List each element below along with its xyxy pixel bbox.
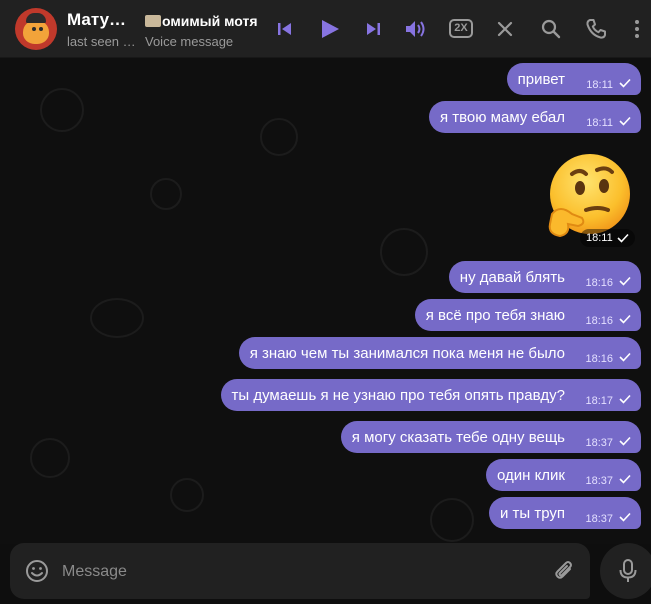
avatar[interactable] (15, 8, 57, 50)
chat-header: Мату… last seen … омимый мотя Voice mess… (0, 0, 651, 58)
message-input[interactable] (60, 557, 534, 587)
background-pattern (40, 88, 84, 132)
message-time: 18:37 (585, 513, 613, 525)
message-text: я твою маму ебал (439, 108, 565, 126)
chat-title[interactable]: Мату… (67, 10, 126, 30)
message-time: 18:37 (585, 437, 613, 449)
message-bubble[interactable]: ну давай блять 18:16 (448, 261, 641, 293)
audio-track-title-text: омимый мотя (162, 13, 258, 29)
message-text: я знаю чем ты занимался пока меня не был… (249, 344, 565, 362)
message-text: я всё про тебя знаю (425, 306, 565, 324)
check-icon (619, 436, 631, 446)
search-icon[interactable] (541, 19, 561, 39)
message-time: 18:37 (585, 475, 613, 487)
message-time: 18:16 (585, 353, 613, 365)
audio-track-title[interactable]: омимый мотя (145, 13, 258, 29)
message-time: 18:11 (586, 79, 613, 91)
emoji-icon[interactable] (25, 559, 49, 583)
avatar-eye (32, 27, 36, 31)
audio-track-subtitle: Voice message (145, 34, 234, 49)
microphone-icon (619, 559, 637, 583)
close-icon[interactable] (496, 20, 514, 38)
message-composer (10, 543, 590, 599)
background-pattern (380, 228, 428, 276)
check-icon (617, 233, 629, 243)
background-pattern (90, 298, 144, 338)
check-icon (619, 276, 631, 286)
volume-icon[interactable] (404, 18, 428, 40)
message-text: я могу сказать тебе одну вещь (351, 428, 565, 446)
more-vertical-icon[interactable] (634, 19, 640, 39)
avatar-hat (26, 13, 46, 23)
message-bubble[interactable]: я могу сказать тебе одну вещь 18:37 (340, 421, 641, 453)
message-bubble[interactable]: ты думаешь я не узнаю про тебя опять пра… (220, 379, 641, 411)
phone-icon[interactable] (585, 18, 607, 40)
message-bubble[interactable]: я знаю чем ты занимался пока меня не был… (238, 337, 641, 369)
avatar-figure (23, 20, 49, 44)
playback-speed-button[interactable]: 2X (449, 19, 473, 38)
message-bubble[interactable]: привет 18:11 (506, 63, 641, 95)
check-icon (619, 78, 631, 88)
check-icon (619, 512, 631, 522)
check-icon (619, 352, 631, 362)
voice-record-button[interactable] (600, 543, 651, 599)
message-bubble[interactable]: и ты труп 18:37 (488, 497, 641, 529)
background-pattern (30, 438, 70, 478)
message-bubble[interactable]: один клик 18:37 (485, 459, 641, 491)
play-icon[interactable] (319, 18, 341, 40)
message-text: ты думаешь я не узнаю про тебя опять пра… (231, 386, 565, 404)
check-icon (619, 116, 631, 126)
skip-previous-icon[interactable] (276, 20, 294, 38)
message-bubble[interactable]: я всё про тебя знаю 18:16 (414, 299, 641, 331)
chat-status: last seen … (67, 34, 136, 49)
envelope-emoji-icon (145, 15, 161, 27)
check-icon (619, 314, 631, 324)
message-time: 18:11 (586, 232, 613, 244)
message-time: 18:16 (585, 315, 613, 327)
message-time: 18:16 (585, 277, 613, 289)
background-pattern (170, 478, 204, 512)
background-pattern (150, 178, 182, 210)
check-icon (619, 474, 631, 484)
message-time-badge: 18:11 (580, 229, 635, 247)
message-time: 18:17 (585, 395, 613, 407)
background-pattern (430, 498, 474, 542)
check-icon (619, 394, 631, 404)
avatar-eye (39, 27, 43, 31)
paperclip-icon[interactable] (553, 559, 575, 583)
skip-next-icon[interactable] (364, 20, 382, 38)
message-time: 18:11 (586, 117, 613, 129)
message-bubble[interactable]: я твою маму ебал 18:11 (428, 101, 641, 133)
background-pattern (260, 118, 298, 156)
